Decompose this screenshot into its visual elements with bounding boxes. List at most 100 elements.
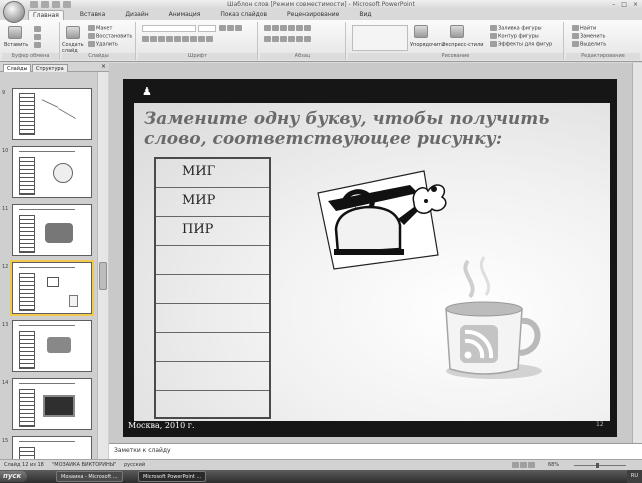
editor-scrollbar[interactable]: [632, 63, 642, 443]
format-painter-icon[interactable]: [34, 42, 42, 49]
slide-number: 12: [596, 421, 604, 428]
font-group-label: Шрифт: [138, 53, 257, 60]
tab-design[interactable]: Дизайн: [121, 10, 152, 20]
slide-thumbnail-selected[interactable]: [10, 260, 94, 316]
table-row[interactable]: [156, 391, 269, 417]
arrange-button[interactable]: Упорядочить: [410, 42, 444, 48]
find-button[interactable]: Найти: [572, 25, 596, 32]
replace-button[interactable]: Заменить: [572, 33, 606, 40]
thumbnails-scrollbar[interactable]: [97, 72, 108, 459]
slide-thumbnail[interactable]: [12, 204, 92, 256]
thumbnail-number: 14: [2, 380, 9, 386]
slide-content-panel: Замените одну букву, чтобы получить слов…: [134, 103, 610, 428]
drawing-group-label: Рисование: [348, 53, 563, 60]
slide-thumbnail[interactable]: [12, 378, 92, 430]
tab-view[interactable]: Вид: [355, 10, 375, 20]
language-indicator[interactable]: RU: [631, 473, 638, 479]
thumbnail-table: [19, 93, 35, 135]
normal-view-icon: [512, 462, 519, 468]
align-icons[interactable]: [264, 36, 312, 43]
zoom-level[interactable]: 68%: [548, 462, 559, 468]
table-row[interactable]: МИГ: [156, 159, 269, 188]
close-button[interactable]: ×: [633, 1, 638, 8]
notes-pane[interactable]: Заметки к слайду: [109, 443, 642, 459]
table-row[interactable]: ПИР: [156, 217, 269, 246]
font-format-icons[interactable]: [142, 36, 214, 43]
slide-thumbnail[interactable]: [12, 88, 92, 140]
shapes-gallery[interactable]: [352, 25, 408, 51]
font-name-select[interactable]: [142, 25, 196, 32]
reset-icon: [88, 33, 95, 39]
grow-font-icon[interactable]: [219, 25, 243, 32]
close-pane-icon[interactable]: ×: [101, 63, 106, 70]
thumbnail-number: 9: [2, 90, 6, 96]
paste-button[interactable]: Вставить: [4, 42, 28, 48]
tab-animation[interactable]: Анимация: [165, 10, 205, 20]
thumbnail-number: 10: [2, 148, 9, 154]
slide-canvas[interactable]: ♟ Замените одну букву, чтобы получить сл…: [123, 79, 617, 437]
minimize-button[interactable]: –: [612, 1, 615, 8]
tab-slides[interactable]: Слайды: [3, 64, 32, 72]
maximize-button[interactable]: □: [621, 1, 627, 8]
thumbnail-number: 15: [2, 438, 9, 444]
list-icons[interactable]: [264, 25, 312, 32]
layout-button[interactable]: Макет: [88, 25, 112, 32]
shape-outline-button[interactable]: Контур фигуры: [490, 33, 539, 40]
thumbnail-table: [19, 215, 35, 253]
slideshow-view-icon: [528, 462, 535, 468]
table-row[interactable]: [156, 246, 269, 275]
tab-insert[interactable]: Вставка: [76, 10, 109, 20]
layout-icon: [88, 25, 95, 31]
quick-styles-button[interactable]: Экспресс-стили: [442, 42, 483, 48]
start-button[interactable]: пуск: [0, 471, 28, 482]
sorter-view-icon: [520, 462, 527, 468]
thumbnail-table: [19, 447, 35, 459]
delete-slide-button[interactable]: Удалить: [88, 41, 118, 48]
slide-thumbnail[interactable]: [12, 436, 92, 459]
slide-footer: Москва, 2010 г.: [128, 421, 195, 430]
reset-button[interactable]: Восстановить: [88, 33, 132, 40]
table-row[interactable]: МИР: [156, 188, 269, 217]
find-icon: [572, 25, 579, 31]
tab-review[interactable]: Рецензирование: [283, 10, 343, 20]
thumbnails-scroll-thumb[interactable]: [99, 262, 107, 290]
taskbar-item-active[interactable]: Microsoft PowerPoint ...: [138, 471, 207, 482]
thumbnail-picture: [47, 277, 59, 287]
window-controls: – □ ×: [612, 1, 638, 8]
copy-icon[interactable]: [34, 34, 42, 41]
select-button[interactable]: Выделить: [572, 41, 606, 48]
editing-group-label: Редактирование: [566, 53, 640, 60]
tab-slideshow[interactable]: Показ слайдов: [216, 10, 271, 20]
slide-thumbnail[interactable]: [12, 146, 92, 198]
word-table[interactable]: МИГ МИР ПИР: [154, 157, 271, 419]
shape-fill-button[interactable]: Заливка фигуры: [490, 25, 542, 32]
table-row[interactable]: [156, 275, 269, 304]
table-row[interactable]: [156, 304, 269, 333]
taskbar-item[interactable]: Мозаика - Microsoft ...: [56, 471, 123, 482]
thumbnail-picture: [45, 223, 73, 243]
arrange-icon[interactable]: [414, 25, 428, 38]
language[interactable]: русский: [124, 462, 145, 468]
font-size-select[interactable]: [198, 25, 216, 32]
thumbnail-picture: [69, 295, 78, 307]
shape-effects-button[interactable]: Эффекты для фигур: [490, 41, 552, 48]
zoom-slider-knob[interactable]: [596, 463, 600, 468]
kettle-picture[interactable]: [314, 163, 454, 273]
tab-home[interactable]: Главная: [28, 10, 64, 20]
coffee-cup-picture[interactable]: [434, 253, 544, 383]
zoom-slider[interactable]: [574, 463, 626, 468]
slide-heading[interactable]: Замените одну букву, чтобы получить слов…: [144, 109, 584, 149]
new-slide-icon[interactable]: [66, 26, 80, 39]
office-button[interactable]: [3, 1, 25, 23]
clipboard-group-label: Буфер обмена: [2, 53, 59, 60]
table-row[interactable]: [156, 362, 269, 391]
tab-outline[interactable]: Структура: [32, 64, 68, 72]
view-buttons[interactable]: [512, 462, 536, 469]
quick-styles-icon[interactable]: [450, 25, 464, 38]
thumbnail-number: 11: [2, 206, 9, 212]
thumbnail-table: [19, 389, 35, 427]
paste-icon[interactable]: [8, 26, 22, 39]
cut-icon[interactable]: [34, 26, 42, 33]
slide-thumbnail[interactable]: [12, 320, 92, 372]
table-row[interactable]: [156, 333, 269, 362]
